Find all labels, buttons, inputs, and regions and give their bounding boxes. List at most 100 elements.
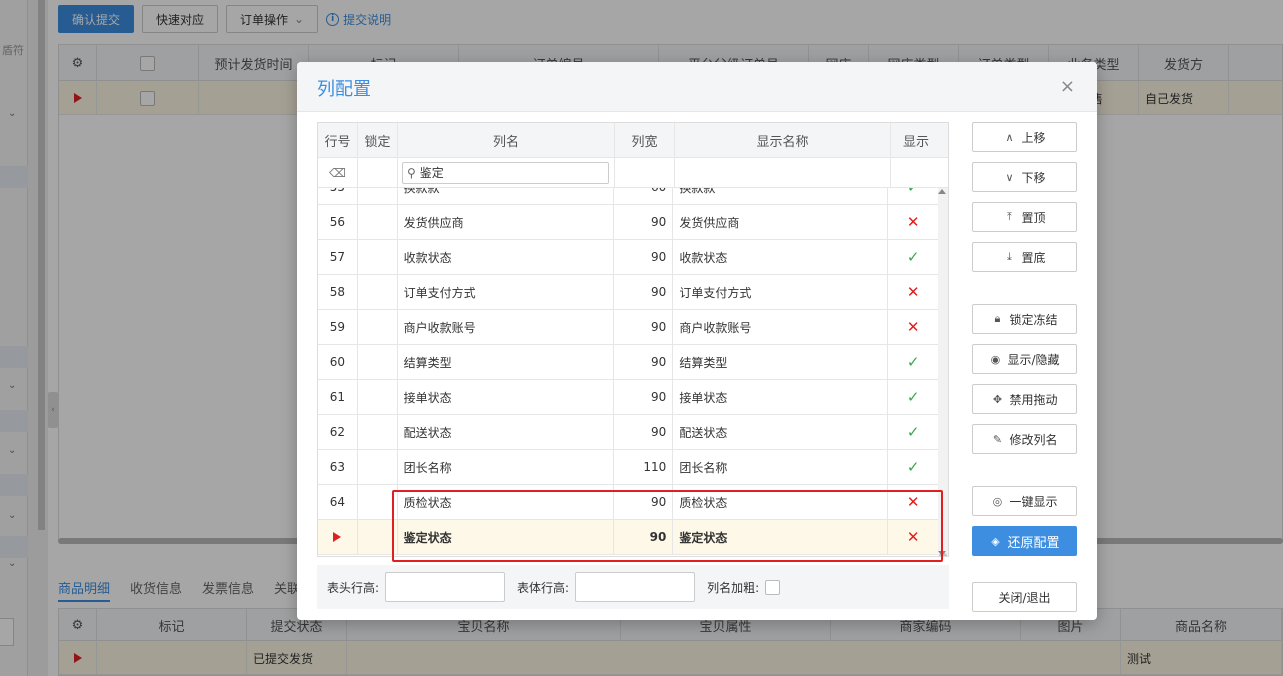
highlight-annotation [392,490,943,562]
config-row[interactable]: 62 配送状态 90 配送状态 ✓ [318,415,938,450]
cell-row-no: 57 [318,240,358,274]
close-icon[interactable]: × [1060,76,1075,97]
cell-col-name[interactable]: 团长名称 [398,450,614,484]
cell-col-name[interactable]: 结算类型 [398,345,614,379]
to-top-button[interactable]: ⤒ 置顶 [972,202,1077,232]
chevron-up-icon: ∧ [1005,130,1014,144]
cell-show[interactable]: ✓ [888,240,938,274]
move-down-button[interactable]: ∨ 下移 [972,162,1077,192]
cell-lock [358,188,398,204]
to-bottom-button[interactable]: ⤓ 置底 [972,242,1077,272]
cell-row-no: 59 [318,310,358,344]
cell-display-name[interactable]: 配送状态 [673,415,889,449]
restore-config-button[interactable]: ◈ 还原配置 [972,526,1077,556]
rename-col-button[interactable]: ✎ 修改列名 [972,424,1077,454]
cell-display-name[interactable]: 订单支付方式 [673,275,889,309]
search-input[interactable]: ⚲ 鉴定 [402,161,609,184]
close-exit-button[interactable]: 关闭/退出 [972,582,1077,612]
cell-show[interactable]: ✓ [888,380,938,414]
header-row-height-input[interactable] [385,572,506,602]
eye-icon: ◎ [992,494,1003,508]
header-col-name[interactable]: 列名 [398,123,615,157]
cell-col-width[interactable]: 90 [614,345,674,379]
cell-col-width[interactable]: 90 [614,275,674,309]
filter-cell: ⚲ 鉴定 [398,158,615,187]
check-icon: ✓ [906,388,920,406]
filter-cell [891,158,941,187]
config-row[interactable]: 59 商户收款账号 90 商户收款账号 ✕ [318,310,938,345]
config-row[interactable]: 57 收款状态 90 收款状态 ✓ [318,240,938,275]
cell-col-name[interactable]: 配送状态 [398,415,614,449]
cell-show[interactable]: ✓ [888,415,938,449]
cell-col-name[interactable]: 换款款 [398,188,614,204]
header-lock[interactable]: 锁定 [358,123,398,157]
cell-lock [358,205,398,239]
cell-col-name[interactable]: 订单支付方式 [398,275,614,309]
header-row-height-label: 表头行高: [327,580,380,595]
bold-col-name-checkbox[interactable] [765,579,781,595]
filter-cell [675,158,891,187]
scroll-up-icon[interactable] [938,189,946,194]
move-up-button[interactable]: ∧ 上移 [972,122,1077,152]
cell-show[interactable]: ✕ [888,310,938,344]
config-row[interactable]: 60 结算类型 90 结算类型 ✓ [318,345,938,380]
cell-col-width[interactable]: 110 [614,450,674,484]
body-row-height-input[interactable] [575,572,696,602]
show-hide-label: 显示/隐藏 [1007,352,1060,367]
cell-show[interactable]: ✕ [888,275,938,309]
cell-display-name[interactable]: 收款状态 [673,240,889,274]
cell-col-name[interactable]: 收款状态 [398,240,614,274]
config-row[interactable]: 58 订单支付方式 90 订单支付方式 ✕ [318,275,938,310]
cell-col-name[interactable]: 发货供应商 [398,205,614,239]
cell-lock [358,450,398,484]
cell-col-name[interactable]: 接单状态 [398,380,614,414]
cell-col-width[interactable]: 90 [614,380,674,414]
cell-lock [358,310,398,344]
check-icon: ✓ [906,248,920,266]
cell-row-no: 63 [318,450,358,484]
cell-col-name[interactable]: 商户收款账号 [398,310,614,344]
show-all-button[interactable]: ◎ 一键显示 [972,486,1077,516]
cell-display-name[interactable]: 接单状态 [673,380,889,414]
cell-display-name[interactable]: 换款款 [673,188,889,204]
filter-cell [358,158,398,187]
config-row[interactable]: 56 发货供应商 90 发货供应商 ✕ [318,205,938,240]
lock-freeze-label: 锁定冻结 [1009,312,1058,327]
cell-col-width[interactable]: 90 [614,415,674,449]
header-col-width[interactable]: 列宽 [615,123,675,157]
cell-row-no: 56 [318,205,358,239]
lock-freeze-button[interactable]: 🔒︎ 锁定冻结 [972,304,1077,334]
config-row[interactable]: 55 换款款60换款款 ✓ [318,188,938,205]
config-row[interactable]: 63 团长名称 110 团长名称 ✓ [318,450,938,485]
cell-display-name[interactable]: 结算类型 [673,345,889,379]
check-icon: ✓ [906,458,920,476]
check-icon: ✓ [907,188,920,196]
cell-display-name[interactable]: 团长名称 [673,450,889,484]
cell-show[interactable]: ✕ [888,205,938,239]
header-row-no[interactable]: 行号 [318,123,358,157]
clear-filter-icon[interactable]: ⌫ [318,158,358,187]
cell-show[interactable]: ✓ [888,450,938,484]
disable-drag-button[interactable]: ✥ 禁用拖动 [972,384,1077,414]
cell-lock [358,345,398,379]
cell-col-width[interactable]: 90 [614,310,674,344]
cross-icon: ✕ [906,283,920,301]
cell-col-width[interactable]: 60 [614,188,674,204]
close-exit-label: 关闭/退出 [998,590,1051,605]
cell-display-name[interactable]: 发货供应商 [673,205,889,239]
cell-col-width[interactable]: 90 [614,205,674,239]
rename-col-label: 修改列名 [1009,432,1058,447]
dialog-header: 列配置 × [297,62,1097,112]
header-show[interactable]: 显示 [891,123,941,157]
cell-row-no: 64 [318,485,358,519]
cell-show[interactable]: ✓ [888,188,938,204]
header-display-name[interactable]: 显示名称 [675,123,891,157]
config-row[interactable]: 61 接单状态 90 接单状态 ✓ [318,380,938,415]
show-hide-button[interactable]: ◉ 显示/隐藏 [972,344,1077,374]
cell-show[interactable]: ✓ [888,345,938,379]
arrow-top-icon: ⤒ [1007,210,1012,223]
cell-lock [358,415,398,449]
config-footer: 表头行高: 表体行高: 列名加粗: [317,565,949,609]
cell-col-width[interactable]: 90 [614,240,674,274]
cell-display-name[interactable]: 商户收款账号 [673,310,889,344]
